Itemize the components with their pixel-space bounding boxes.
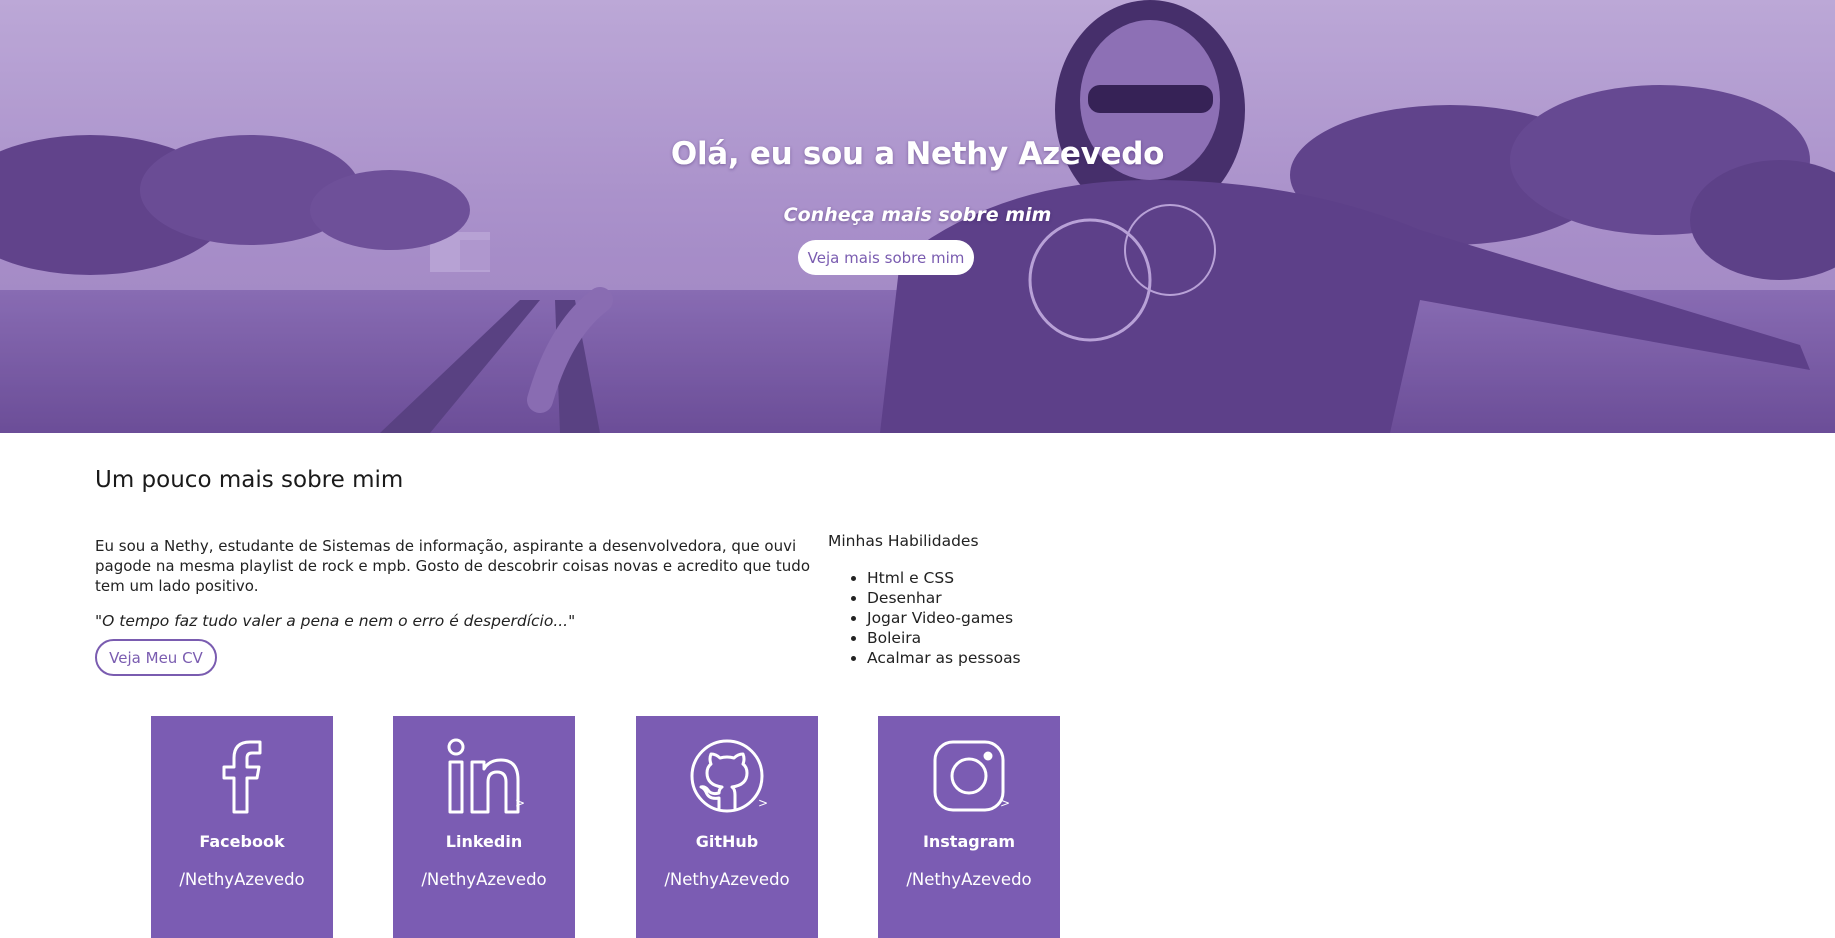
skill-item: Jogar Video-games [867, 608, 1021, 628]
view-cv-button[interactable]: Veja Meu CV [95, 639, 217, 676]
social-card-instagram[interactable]: > Instagram /NethyAzevedo [878, 716, 1060, 938]
social-card-github[interactable]: > GitHub /NethyAzevedo [636, 716, 818, 938]
social-card-facebook[interactable]: Facebook /NethyAzevedo [151, 716, 333, 938]
instagram-icon [878, 738, 1060, 818]
see-more-button[interactable]: Veja mais sobre mim [798, 240, 974, 275]
facebook-icon [151, 738, 333, 818]
social-name: GitHub [695, 832, 759, 851]
skill-item: Acalmar as pessoas [867, 648, 1021, 668]
linkedin-icon [393, 738, 575, 818]
card-arrow: > [515, 796, 526, 810]
social-handle: /NethyAzevedo [664, 870, 790, 889]
hero-subtitle: Conheça mais sobre mim [783, 204, 1052, 226]
about-heading: Um pouco mais sobre mim [95, 467, 404, 493]
social-name: Instagram [922, 832, 1016, 851]
social-handle: /NethyAzevedo [906, 870, 1032, 889]
card-arrow: > [758, 796, 769, 810]
social-name: Facebook [199, 832, 285, 851]
about-quote: "O tempo faz tudo valer a pena e nem o e… [95, 612, 576, 630]
social-handle: /NethyAzevedo [179, 870, 305, 889]
skill-item: Html e CSS [867, 568, 1021, 588]
social-handle: /NethyAzevedo [421, 870, 547, 889]
hero-title: Olá, eu sou a Nethy Azevedo [670, 136, 1165, 172]
skills-list: Html e CSS Desenhar Jogar Video-games Bo… [848, 568, 1021, 668]
social-name: Linkedin [445, 832, 523, 851]
skill-item: Boleira [867, 628, 1021, 648]
hero-banner: Olá, eu sou a Nethy Azevedo Conheça mais… [0, 0, 1835, 433]
skill-item: Desenhar [867, 588, 1021, 608]
about-description: Eu sou a Nethy, estudante de Sistemas de… [95, 537, 810, 595]
github-icon [636, 738, 818, 818]
social-card-linkedin[interactable]: > Linkedin /NethyAzevedo [393, 716, 575, 938]
card-arrow: > [1000, 796, 1011, 810]
skills-title: Minhas Habilidades [828, 532, 979, 550]
